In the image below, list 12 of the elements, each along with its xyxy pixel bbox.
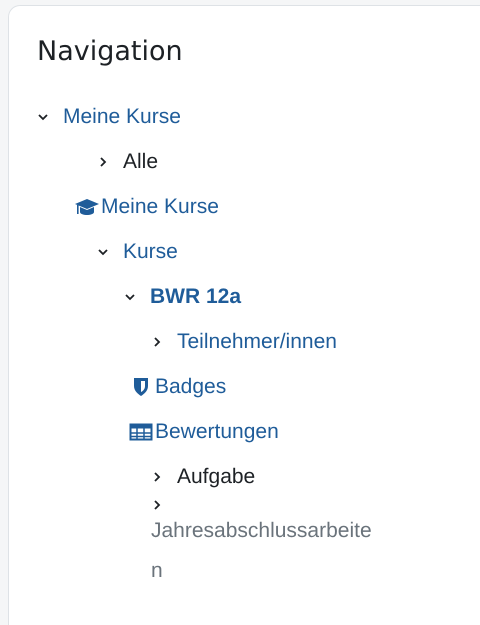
tree-item[interactable]: Kurse (97, 229, 480, 274)
tree-item[interactable]: BWR 12a (124, 274, 480, 320)
tree-item[interactable]: Meine Kurse (75, 184, 480, 230)
table-icon (129, 422, 153, 442)
graduation-cap-icon (75, 196, 99, 217)
tree-item[interactable]: Meine Kurse (37, 94, 480, 140)
tree-item[interactable]: Bewertungen (129, 409, 480, 454)
tree-item[interactable]: Alle (97, 139, 480, 184)
tree-item[interactable]: Aufgabe (151, 454, 480, 500)
tree-item[interactable]: Teilnehmer/innen (151, 319, 480, 364)
block-title: Navigation (37, 36, 184, 68)
tree-item[interactable]: Badges (129, 364, 480, 410)
